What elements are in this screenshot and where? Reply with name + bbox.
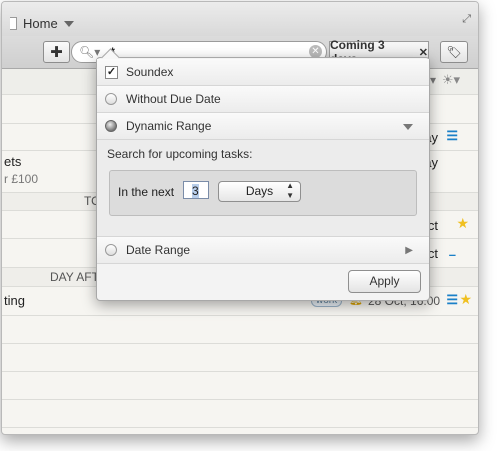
soundex-checkbox[interactable]: ✓: [105, 65, 118, 79]
soundex-label: Soundex: [126, 65, 174, 79]
dash-icon[interactable]: –: [449, 247, 456, 262]
unit-value: Days: [245, 184, 274, 198]
expand-arrows-icon[interactable]: ⤢: [462, 13, 471, 26]
dynamic-range-label: Dynamic Range: [126, 119, 212, 133]
section-title: DAY AFT: [50, 270, 99, 284]
table-row: [2, 372, 478, 400]
task-subtitle: r £100: [4, 172, 39, 186]
table-row: [2, 400, 478, 428]
star-icon[interactable]: ★: [456, 215, 469, 232]
list-menu-icon[interactable]: ☰: [446, 128, 458, 144]
chevron-down-icon: [403, 119, 413, 133]
sort-icon[interactable]: ▾: [430, 73, 436, 87]
dynamic-range-panel: Search for upcoming tasks: In the next 3…: [97, 140, 429, 237]
home-menu[interactable]: Home: [10, 16, 74, 31]
apply-button[interactable]: Apply: [348, 270, 421, 293]
unit-select[interactable]: Days ▲ ▼: [218, 181, 301, 202]
tag-button[interactable]: 🏷︎: [440, 41, 468, 63]
without-due-date-radio[interactable]: [105, 93, 117, 105]
add-task-button[interactable]: ✚: [43, 41, 70, 63]
task-title: ets: [4, 154, 22, 169]
title-bar: Home ⤢: [2, 2, 478, 36]
list-menu-icon[interactable]: ☰: [446, 292, 458, 308]
date-range-radio[interactable]: [105, 244, 117, 256]
amount-field[interactable]: 3: [183, 181, 209, 199]
star-icon[interactable]: ★: [459, 291, 472, 308]
search-upcoming-label: Search for upcoming tasks:: [107, 147, 253, 161]
window-title: Home: [23, 16, 58, 31]
date-range-label: Date Range: [126, 243, 191, 257]
dynamic-range-option[interactable]: Dynamic Range: [97, 113, 429, 140]
dynamic-range-radio[interactable]: [105, 120, 117, 132]
task-title: ting: [4, 293, 25, 308]
in-the-next-label: In the next: [118, 185, 175, 199]
chevron-down-icon: [63, 20, 74, 27]
search-options-popover: ✓ Soundex Without Due Date Dynamic Range…: [96, 48, 430, 301]
plus-icon: ✚: [50, 44, 63, 61]
without-due-date-option[interactable]: Without Due Date: [97, 86, 429, 113]
tag-icon: 🏷︎: [446, 45, 462, 59]
range-box: In the next 3 Days ▲ ▼: [109, 170, 417, 216]
table-row: [2, 344, 478, 372]
date-range-option[interactable]: Date Range ▶: [97, 237, 429, 264]
without-due-date-label: Without Due Date: [126, 92, 221, 106]
table-row: [2, 316, 478, 344]
soundex-option[interactable]: ✓ Soundex: [97, 59, 429, 86]
chevron-right-icon: ▶: [405, 244, 413, 256]
gear-icon[interactable]: ☀︎▾: [442, 72, 460, 88]
document-icon: [10, 17, 17, 30]
stepper-arrows-icon: ▲ ▼: [286, 181, 294, 200]
amount-value: 3: [192, 184, 199, 198]
